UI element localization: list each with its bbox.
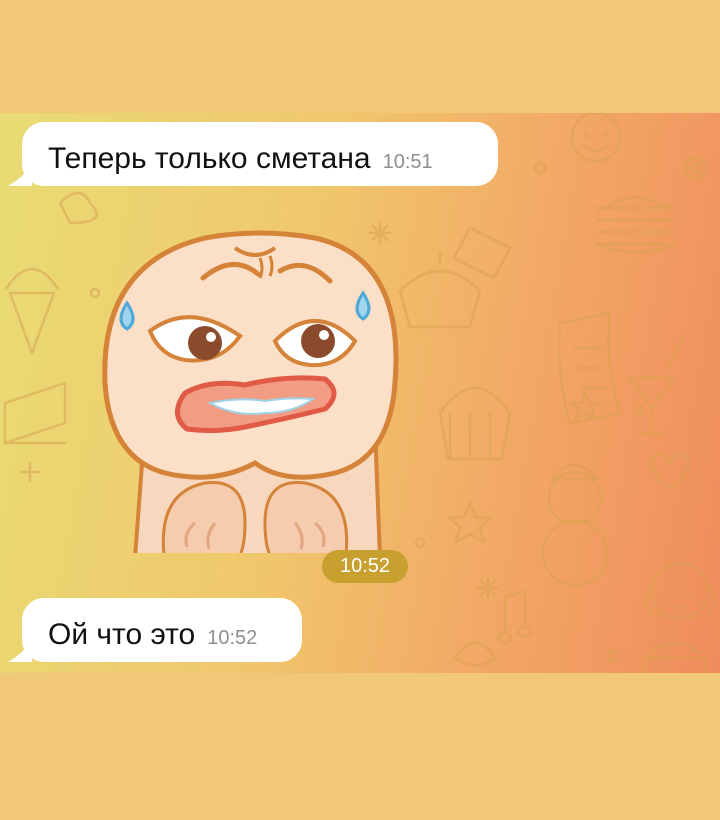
chat-area: Теперь только сметана 10:51 10:52 Ой что…	[0, 113, 720, 673]
bubble-tail	[8, 641, 32, 662]
bubble-tail	[8, 165, 32, 186]
message-time: 10:51	[382, 151, 433, 173]
message-bubble[interactable]: Ой что это 10:52	[22, 598, 302, 662]
sweating-worried-character-sticker[interactable]	[85, 223, 415, 553]
message-text: Теперь только сметана	[48, 142, 371, 175]
message-text: Ой что это	[48, 618, 196, 651]
message-bubble[interactable]: Теперь только сметана 10:51	[22, 122, 498, 186]
sticker-time-badge: 10:52	[322, 550, 408, 583]
message-time: 10:52	[207, 627, 258, 649]
